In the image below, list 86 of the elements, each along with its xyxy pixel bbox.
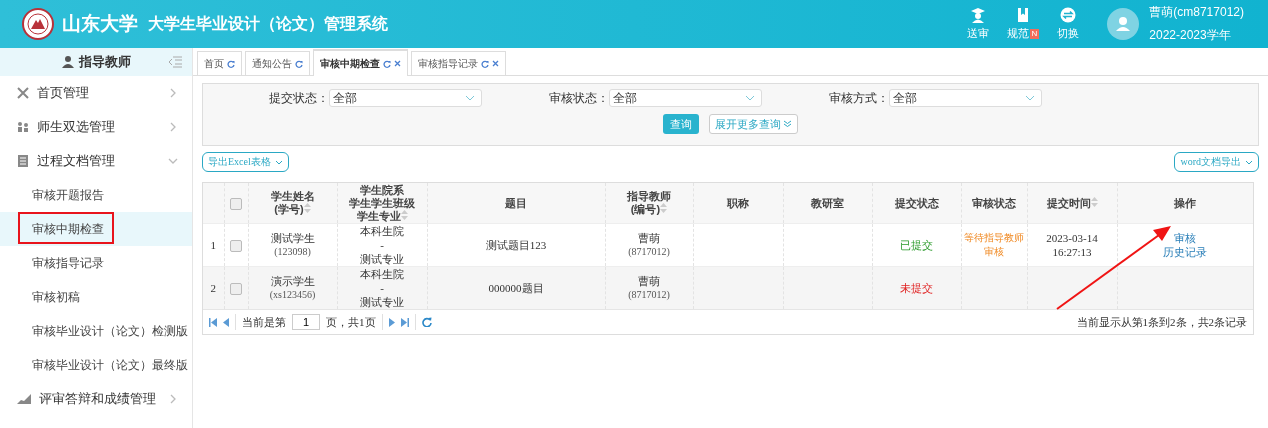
chevron-down-icon (168, 156, 178, 166)
action-link[interactable]: 审核 (1174, 232, 1197, 244)
previous-page-icon[interactable] (223, 317, 229, 327)
school-name: 山东大学 (62, 12, 138, 36)
page-label: 页，共1页 (326, 314, 376, 330)
action-link[interactable]: 历史记录 (1163, 246, 1208, 258)
chevron-down-icon (745, 95, 755, 101)
last-page-icon[interactable] (400, 317, 409, 327)
close-icon[interactable] (492, 60, 499, 67)
table-cell: 未提交 (872, 266, 961, 309)
page-input[interactable]: 1 (292, 314, 320, 330)
tab[interactable]: 审核指导记录 (411, 51, 506, 75)
column-header: 指导教师 (编号) (605, 183, 693, 224)
chevron-right-icon (168, 394, 178, 404)
double-chevron-icon (783, 120, 792, 128)
page-label: 当前是第 (242, 314, 286, 330)
column-header: 学生姓名 (学号) (248, 183, 337, 224)
refresh-icon[interactable] (383, 59, 391, 68)
academic-year: 2022-2023学年 (1149, 27, 1232, 44)
record-summary: 当前显示从第1条到2条，共2条记录 (1076, 314, 1247, 330)
select-all-checkbox[interactable] (230, 197, 242, 210)
column-header: 题目 (427, 183, 605, 224)
avatar-icon[interactable] (1107, 8, 1140, 40)
column-header: 审核状态 (961, 183, 1027, 224)
chevron-down-icon (465, 95, 475, 101)
chevron-right-icon (168, 88, 178, 98)
role-title: 指导教师 (78, 53, 131, 71)
chart-icon (17, 394, 31, 404)
sidebar-item[interactable]: 审核毕业设计（论文）最终版 (0, 348, 192, 382)
chevron-down-icon (1025, 95, 1035, 101)
filter-label: 审核方式： (828, 89, 889, 107)
collapse-menu-icon[interactable] (168, 56, 182, 68)
column-header: 职称 (693, 183, 783, 224)
sidebar-item[interactable]: 审核初稿 (0, 280, 192, 314)
document-icon (17, 155, 29, 167)
user-name: 曹萌(cm8717012) (1149, 4, 1244, 21)
column-header: 操作 (1117, 183, 1253, 224)
column-header: 提交时间 (1027, 183, 1117, 224)
person-icon (61, 56, 74, 68)
column-header: 学生院系 学生学生班级 学生专业 (337, 183, 427, 224)
table-cell: 演示学生 (xs123456) (248, 266, 337, 309)
graduate-icon (969, 7, 986, 23)
sort-icon[interactable] (303, 203, 311, 213)
refresh-icon[interactable] (227, 59, 235, 68)
filter-select[interactable]: 全部 (329, 89, 482, 107)
chevron-down-icon (1245, 159, 1253, 165)
refresh-icon[interactable] (481, 59, 489, 68)
table-cell: 曹萌 (8717012) (605, 266, 693, 309)
sort-icon[interactable] (660, 203, 668, 213)
sidebar-group[interactable]: 首页管理 (0, 76, 192, 110)
refresh-icon[interactable] (421, 317, 432, 327)
tools-icon (17, 87, 29, 99)
filter-select[interactable]: 全部 (609, 89, 762, 107)
sidebar-item[interactable]: 审核开题报告 (0, 178, 192, 212)
filter-label: 提交状态： (268, 89, 329, 107)
row-number: 2 (203, 266, 224, 309)
column-header: 提交状态 (872, 183, 961, 224)
tab[interactable]: 审核中期检查 (313, 49, 408, 76)
next-page-icon[interactable] (388, 317, 395, 327)
filter-select[interactable]: 全部 (889, 89, 1042, 107)
chevron-right-icon (168, 122, 178, 132)
row-checkbox[interactable] (230, 240, 242, 253)
tab[interactable]: 首页 (197, 51, 242, 75)
tab[interactable]: 通知公告 (245, 51, 310, 75)
refresh-icon[interactable] (295, 59, 303, 68)
sidebar-group[interactable]: 过程文档管理 (0, 144, 192, 178)
sort-icon[interactable] (1090, 196, 1098, 207)
table-cell: 本科生院 - 测试专业 (337, 266, 427, 309)
university-logo-icon (22, 8, 54, 40)
sidebar-item[interactable]: 审核毕业设计（论文）检测版 (0, 314, 192, 348)
people-icon (17, 121, 29, 133)
sidebar-item[interactable]: 审核中期检查 (0, 212, 192, 246)
close-icon[interactable] (394, 60, 401, 67)
filter-label: 审核状态： (548, 89, 609, 107)
chevron-down-icon (274, 159, 283, 165)
sidebar-item[interactable]: 审核指导记录 (0, 246, 192, 280)
row-checkbox[interactable] (230, 283, 242, 296)
table-cell: 000000题目 (427, 266, 605, 309)
column-header: 教研室 (783, 183, 872, 224)
first-page-icon[interactable] (209, 317, 217, 327)
sort-icon[interactable] (400, 209, 408, 220)
sidebar-group[interactable]: 师生双选管理 (0, 110, 192, 144)
new-badge: N (1029, 28, 1040, 39)
sidebar-group[interactable]: 评审答辩和成绩管理 (0, 382, 192, 416)
switch-icon (1060, 7, 1077, 23)
system-title: 大学生毕业设计（论文）管理系统 (148, 13, 388, 34)
